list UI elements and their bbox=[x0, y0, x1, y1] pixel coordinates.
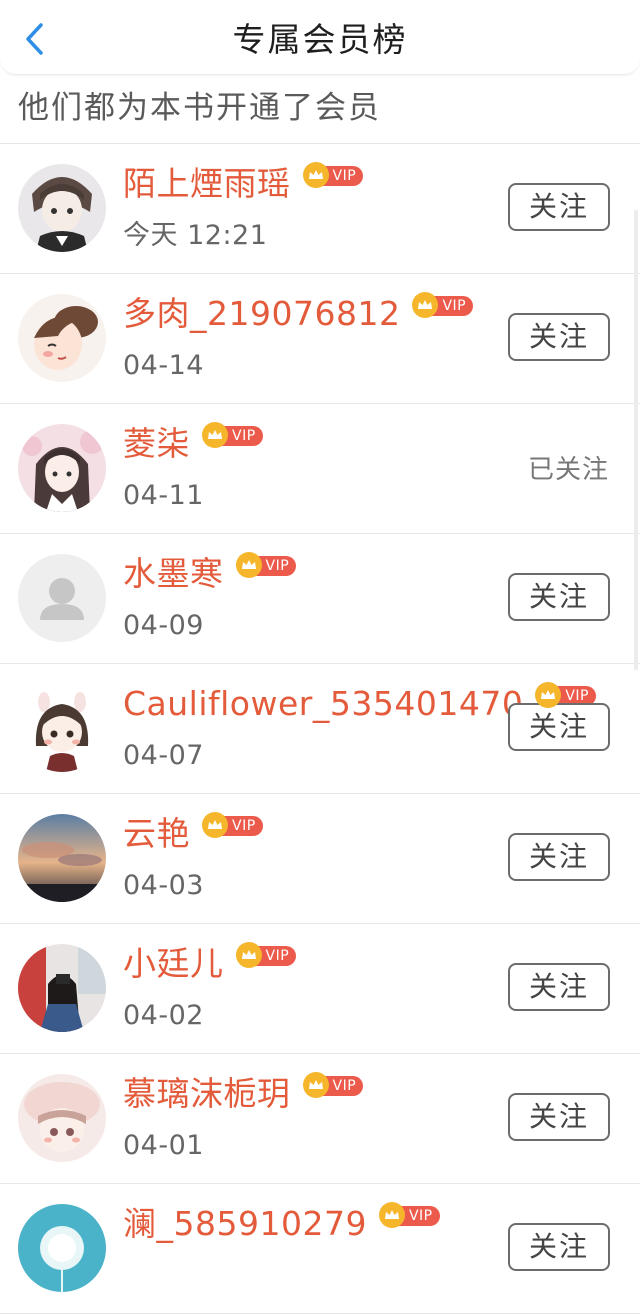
chibi-girl-avatar[interactable] bbox=[18, 684, 106, 772]
member-name[interactable]: 多肉_219076812 bbox=[123, 292, 400, 336]
member-date: 04-14 bbox=[123, 350, 204, 381]
member-row[interactable]: 多肉_219076812 VIP 04-14 关注 bbox=[0, 274, 640, 404]
crown-icon bbox=[235, 552, 262, 578]
follow-button[interactable]: 关注 bbox=[508, 183, 610, 231]
member-row[interactable]: 云艳 VIP 04-03 关注 bbox=[0, 794, 640, 924]
anime-character-avatar[interactable] bbox=[18, 424, 106, 512]
chevron-left-icon bbox=[26, 23, 43, 55]
vip-badge: VIP bbox=[235, 942, 297, 968]
cartoon-girl-avatar[interactable] bbox=[18, 294, 106, 382]
girl-photo-avatar[interactable] bbox=[18, 944, 106, 1032]
member-name[interactable]: 云艳 bbox=[123, 812, 190, 856]
crown-icon bbox=[378, 1202, 405, 1228]
member-name[interactable]: 水墨寒 bbox=[123, 552, 224, 596]
member-name-line: 云艳 VIP bbox=[123, 812, 263, 856]
sunset-sky-avatar[interactable] bbox=[18, 814, 106, 902]
member-name[interactable]: 陌上煙雨瑶 bbox=[123, 162, 291, 206]
follow-button[interactable]: 关注 bbox=[508, 963, 610, 1011]
vip-badge: VIP bbox=[202, 812, 263, 838]
top-navigation-bar: 专属会员榜 bbox=[0, 0, 640, 75]
member-date: 04-07 bbox=[123, 740, 204, 771]
vip-badge: VIP bbox=[235, 552, 297, 578]
member-name[interactable]: Cauliflower_535401470 bbox=[123, 682, 523, 726]
member-name[interactable]: 菱柒 bbox=[123, 422, 190, 466]
member-name-line: 陌上煙雨瑶 VIP bbox=[123, 162, 364, 206]
member-date: 04-11 bbox=[123, 480, 204, 511]
follow-button[interactable]: 关注 bbox=[508, 1223, 610, 1271]
member-name-line: 水墨寒 VIP bbox=[123, 552, 297, 596]
vip-badge: VIP bbox=[412, 292, 474, 318]
dandelion-avatar[interactable] bbox=[18, 1204, 106, 1292]
member-row[interactable]: 陌上煙雨瑶 VIP 今天 12:21 关注 bbox=[0, 144, 640, 274]
member-row[interactable]: 小廷儿 VIP 04-02 关注 bbox=[0, 924, 640, 1054]
member-name[interactable]: 小廷儿 bbox=[123, 942, 224, 986]
anime-boy-avatar[interactable] bbox=[18, 164, 106, 252]
section-subtitle: 他们都为本书开通了会员 bbox=[18, 90, 381, 126]
member-date: 04-02 bbox=[123, 1000, 204, 1031]
vip-badge: VIP bbox=[302, 162, 364, 188]
member-list: 陌上煙雨瑶 VIP 今天 12:21 关注 多肉_219076812 VIP 04-14 关… bbox=[0, 144, 640, 1314]
member-row[interactable]: 澜_585910279 VIP 关注 bbox=[0, 1184, 640, 1314]
member-row[interactable]: 慕璃沫栀玥 VIP 04-01 关注 bbox=[0, 1054, 640, 1184]
member-name-line: 多肉_219076812 VIP bbox=[123, 292, 474, 336]
follow-button[interactable]: 关注 bbox=[508, 833, 610, 881]
follow-button[interactable]: 关注 bbox=[508, 573, 610, 621]
member-row[interactable]: 菱柒 VIP 04-11 已关注 bbox=[0, 404, 640, 534]
default-user-avatar[interactable] bbox=[18, 554, 106, 642]
member-date: 今天 12:21 bbox=[123, 220, 268, 251]
scrollbar[interactable] bbox=[634, 210, 638, 670]
follow-button[interactable]: 关注 bbox=[508, 703, 610, 751]
followed-status[interactable]: 已关注 bbox=[528, 452, 609, 488]
vip-badge: VIP bbox=[202, 422, 263, 448]
follow-button[interactable]: 关注 bbox=[508, 1093, 610, 1141]
crown-icon bbox=[302, 1072, 329, 1098]
member-name-line: 慕璃沫栀玥 VIP bbox=[123, 1072, 364, 1116]
member-name-line: 小廷儿 VIP bbox=[123, 942, 297, 986]
crown-icon bbox=[202, 812, 228, 838]
member-row[interactable]: 水墨寒 VIP 04-09 关注 bbox=[0, 534, 640, 664]
member-name-line: 澜_585910279 VIP bbox=[123, 1202, 440, 1246]
vip-badge: VIP bbox=[378, 1202, 440, 1228]
member-name[interactable]: 慕璃沫栀玥 bbox=[123, 1072, 291, 1116]
vip-badge: VIP bbox=[302, 1072, 364, 1098]
back-button[interactable] bbox=[14, 17, 54, 61]
member-name-line: 菱柒 VIP bbox=[123, 422, 263, 466]
page-title: 专属会员榜 bbox=[232, 20, 408, 59]
member-row[interactable]: Cauliflower_535401470 VIP 04-07 关注 bbox=[0, 664, 640, 794]
member-date: 04-03 bbox=[123, 870, 204, 901]
member-date: 04-09 bbox=[123, 610, 204, 641]
crown-icon bbox=[202, 422, 228, 448]
follow-button[interactable]: 关注 bbox=[508, 313, 610, 361]
member-name[interactable]: 澜_585910279 bbox=[123, 1202, 367, 1246]
crown-icon bbox=[302, 162, 329, 188]
pink-hat-girl-avatar[interactable] bbox=[18, 1074, 106, 1162]
member-date: 04-01 bbox=[123, 1130, 204, 1161]
crown-icon bbox=[235, 942, 262, 968]
